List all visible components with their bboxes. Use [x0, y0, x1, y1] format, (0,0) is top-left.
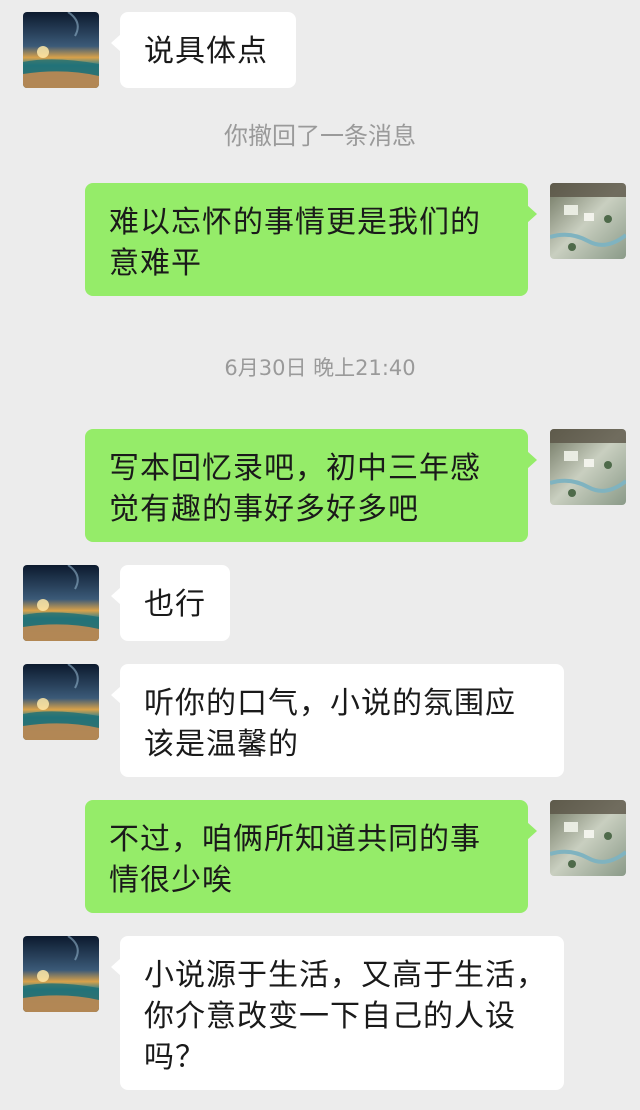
recall-notice: 你撤回了一条消息 — [224, 122, 416, 150]
contact-avatar[interactable] — [23, 565, 99, 641]
aerial-village-map-icon — [550, 800, 626, 876]
message-text: 说具体点 — [144, 34, 268, 69]
message-bubble-incoming[interactable]: 说具体点 — [111, 12, 296, 88]
contact-avatar[interactable] — [23, 664, 99, 740]
message-text-line: 写本回忆录吧，初中三年感 — [109, 451, 481, 486]
message-text-line: 听你的口气，小说的氛围应 — [144, 686, 516, 721]
message-text-line: 意难平 — [109, 246, 202, 281]
message-text-line: 吗？ — [144, 1040, 206, 1075]
aerial-village-map-icon — [550, 429, 626, 505]
message-text-line: 该是温馨的 — [144, 727, 299, 762]
message-bubble-incoming[interactable]: 听你的口气，小说的氛围应 该是温馨的 — [111, 664, 564, 777]
message-bubble-outgoing[interactable]: 不过，咱俩所知道共同的事 情很少唉 — [85, 800, 537, 913]
self-avatar[interactable] — [550, 800, 626, 876]
night-sky-beach-icon — [23, 12, 99, 88]
aerial-village-map-icon — [550, 183, 626, 259]
night-sky-beach-icon — [23, 565, 99, 641]
contact-avatar[interactable] — [23, 936, 99, 1012]
night-sky-beach-icon — [23, 936, 99, 1012]
message-bubble-incoming[interactable]: 也行 — [111, 565, 230, 641]
message-text-line: 你介意改变一下自己的人设 — [144, 999, 516, 1034]
night-sky-beach-icon — [23, 664, 99, 740]
message-text-line: 小说源于生活，又高于生活， — [144, 958, 547, 993]
message-bubble-outgoing[interactable]: 写本回忆录吧，初中三年感 觉有趣的事好多好多吧 — [85, 429, 537, 542]
self-avatar[interactable] — [550, 429, 626, 505]
message-text: 也行 — [144, 587, 206, 622]
timestamp: 6月30日 晚上21:40 — [224, 356, 416, 380]
message-bubble-outgoing[interactable]: 难以忘怀的事情更是我们的 意难平 — [85, 183, 537, 296]
contact-avatar[interactable] — [23, 12, 99, 88]
message-text-line: 难以忘怀的事情更是我们的 — [109, 205, 481, 240]
message-text-line: 觉有趣的事好多好多吧 — [109, 492, 419, 527]
self-avatar[interactable] — [550, 183, 626, 259]
message-text-line: 不过，咱俩所知道共同的事 — [109, 822, 481, 857]
message-bubble-incoming[interactable]: 小说源于生活，又高于生活， 你介意改变一下自己的人设 吗？ — [111, 936, 564, 1090]
message-text-line: 情很少唉 — [109, 863, 233, 898]
